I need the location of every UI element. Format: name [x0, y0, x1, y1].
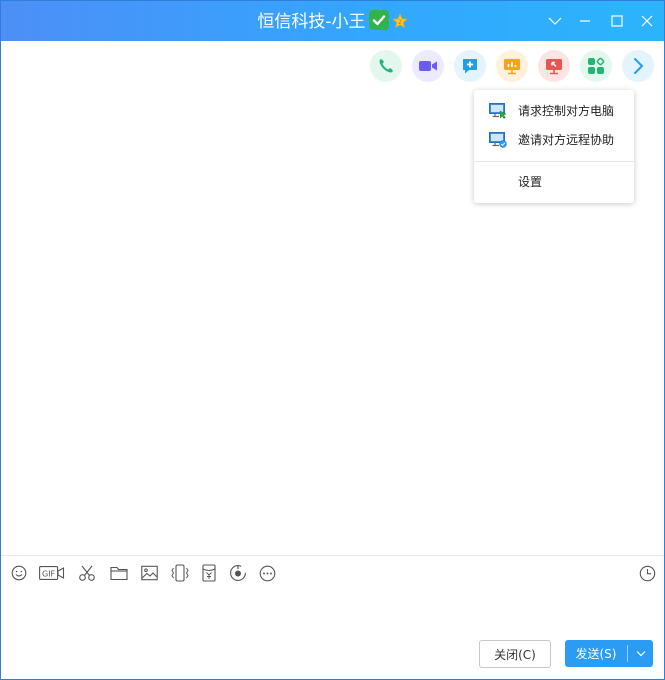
- maximize-button[interactable]: [602, 1, 632, 41]
- close-window-button[interactable]: [632, 1, 662, 41]
- minimize-icon: [580, 20, 590, 22]
- more-tools-button[interactable]: [622, 50, 654, 82]
- close-icon: [641, 15, 653, 27]
- voice-icon: [230, 565, 246, 581]
- emoji-icon: [11, 565, 27, 581]
- menu-item-request-control[interactable]: 请求控制对方电脑: [474, 97, 634, 125]
- scissors-icon: [79, 565, 95, 581]
- apps-icon: [588, 57, 605, 74]
- input-divider: [1, 555, 664, 556]
- message-input[interactable]: [1, 589, 664, 634]
- shake-window-button[interactable]: [169, 563, 191, 583]
- maximize-icon: [611, 15, 623, 27]
- more-options-button[interactable]: [258, 563, 276, 583]
- verified-check-icon: [368, 10, 389, 30]
- chat-window: 恒信科技-小王 2 请求控制对方电脑 邀请对方远程协助 设置 GIF 关闭(C)…: [0, 0, 665, 680]
- close-button-label: 关闭(C): [494, 647, 536, 662]
- close-chat-button[interactable]: 关闭(C): [479, 640, 551, 668]
- presentation-icon: [504, 59, 520, 75]
- minimize-button[interactable]: [570, 1, 600, 41]
- new-chat-icon: [463, 59, 477, 74]
- presentation-button[interactable]: [496, 50, 528, 82]
- more-arrow-icon: [634, 58, 644, 74]
- send-button-label: 发送(S): [575, 647, 617, 661]
- vip-star-icon: 2: [391, 3, 408, 29]
- invite-assist-icon: [489, 132, 507, 148]
- menu-item-label: 邀请对方远程协助: [518, 133, 615, 147]
- send-file-button[interactable]: [109, 563, 129, 583]
- send-options-button[interactable]: [628, 640, 653, 667]
- shake-icon: [171, 564, 189, 582]
- send-image-button[interactable]: [140, 563, 159, 583]
- new-chat-button[interactable]: [454, 50, 486, 82]
- emoji-button[interactable]: [10, 563, 28, 583]
- request-control-icon: [489, 103, 507, 119]
- voice-call-button[interactable]: [370, 50, 402, 82]
- menu-item-label: 请求控制对方电脑: [518, 104, 615, 118]
- title-bar[interactable]: 恒信科技-小王 2: [1, 1, 664, 41]
- gif-label: GIF: [42, 569, 56, 578]
- more-options-icon: [259, 565, 275, 581]
- message-area[interactable]: [1, 91, 471, 551]
- image-icon: [141, 565, 158, 581]
- video-call-icon: [419, 61, 437, 71]
- voice-message-button[interactable]: [229, 563, 247, 583]
- remote-control-menu: 请求控制对方电脑 邀请对方远程协助 设置: [474, 90, 634, 203]
- folder-icon: [110, 566, 128, 581]
- menu-item-invite-assist[interactable]: 邀请对方远程协助: [474, 126, 634, 154]
- phone-icon: [379, 59, 393, 73]
- menu-item-label: 设置: [518, 175, 543, 189]
- chevron-down-icon: [636, 651, 645, 657]
- message-history-button[interactable]: [638, 563, 656, 583]
- video-call-button[interactable]: [412, 50, 444, 82]
- apps-button[interactable]: [580, 50, 612, 82]
- menu-divider: [474, 161, 634, 162]
- gif-icon: GIF: [39, 566, 65, 580]
- remote-desktop-icon: [546, 59, 562, 75]
- contact-name: 恒信科技-小王: [257, 12, 366, 32]
- send-button[interactable]: 发送(S): [565, 640, 653, 667]
- remote-desktop-button[interactable]: [538, 50, 570, 82]
- gif-button[interactable]: GIF: [39, 563, 65, 583]
- menu-dropdown-button[interactable]: [540, 1, 570, 41]
- clock-icon: [639, 565, 655, 581]
- chevron-down-icon: [548, 17, 562, 25]
- screenshot-button[interactable]: [77, 563, 97, 583]
- red-packet-button[interactable]: [201, 563, 217, 583]
- svg-text:2: 2: [398, 19, 402, 26]
- red-packet-icon: [202, 564, 216, 582]
- menu-item-settings[interactable]: 设置: [474, 168, 634, 196]
